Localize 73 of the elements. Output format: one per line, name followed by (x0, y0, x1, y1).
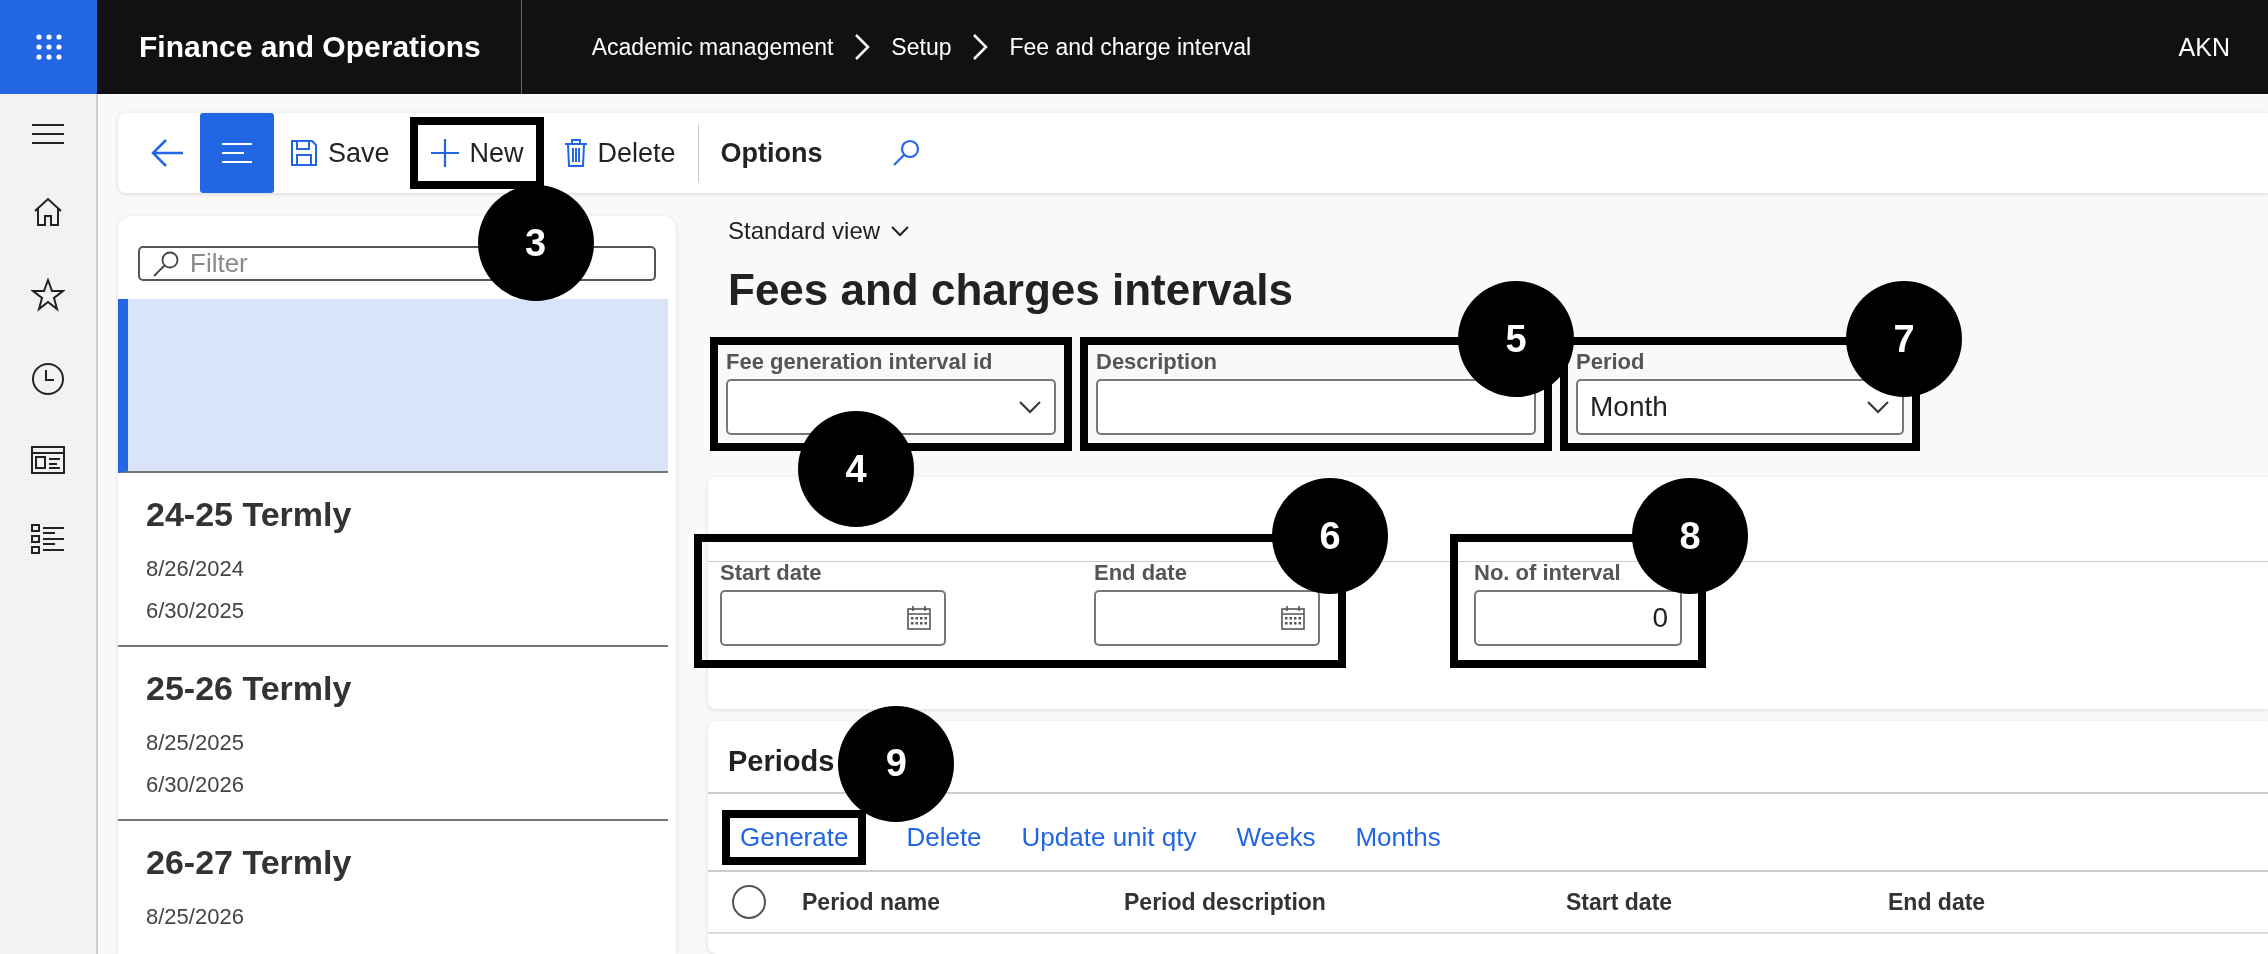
chevron-down-icon (1866, 400, 1890, 414)
action-link[interactable]: Weeks (1236, 821, 1316, 853)
user-initials[interactable]: AKN (2178, 32, 2230, 62)
action-link[interactable]: Delete (906, 821, 982, 853)
callout-badge: 5 (1458, 281, 1574, 397)
star-icon[interactable] (31, 278, 65, 312)
save-icon (290, 139, 318, 167)
item-date: 8/25/2025 (146, 729, 245, 757)
chevron-down-icon (890, 225, 911, 237)
field-label: Fee generation interval id (726, 349, 993, 375)
field-value: Month (1590, 391, 1668, 423)
action-link[interactable]: Update unit qty (1021, 821, 1197, 853)
list-view-button[interactable] (200, 113, 274, 193)
column-header[interactable]: End date (1888, 888, 2188, 916)
item-date: 8/25/2026 (146, 903, 245, 931)
column-header[interactable]: Start date (1566, 888, 1888, 916)
action-link[interactable]: Months (1355, 821, 1441, 853)
action-link[interactable]: Generate (740, 821, 849, 852)
field-value: 0 (1652, 602, 1668, 634)
item-date: 6/30/2025 (146, 597, 245, 625)
lines-icon (220, 141, 254, 165)
callout-badge: 6 (1272, 478, 1388, 594)
list-icon[interactable] (31, 524, 65, 554)
field-label: Period (1576, 349, 1645, 375)
date-field[interactable] (720, 590, 946, 646)
callout-badge: 7 (1846, 281, 1962, 397)
list-item[interactable] (118, 299, 668, 473)
field-label: Start date (720, 560, 822, 586)
chevron-down-icon (1018, 400, 1042, 414)
number-field[interactable]: 0 (1474, 590, 1682, 646)
item-title: 25-26 Termly (146, 669, 353, 708)
new-button[interactable]: New (417, 125, 536, 181)
column-header[interactable]: Period description (1124, 888, 1566, 916)
breadcrumb-link[interactable]: Fee and charge interval (1009, 33, 1252, 61)
save-button[interactable]: Save (278, 121, 402, 185)
view-selector[interactable]: Standard view (728, 217, 911, 245)
callout-badge: 8 (1632, 478, 1748, 594)
home-icon[interactable] (32, 196, 64, 228)
field-label: Description (1096, 349, 1218, 375)
chevron-right-icon (971, 32, 990, 62)
breadcrumb-link[interactable]: Academic management (591, 33, 834, 61)
column-header[interactable]: Period name (802, 888, 1124, 916)
list-item[interactable]: 24-25 Termly 8/26/2024 6/30/2025 (118, 473, 668, 647)
item-title: 26-27 Termly (146, 843, 353, 882)
search-icon (152, 249, 180, 278)
plus-icon (429, 138, 460, 168)
trash-icon (563, 138, 588, 168)
grid-icon (33, 32, 64, 62)
date-field[interactable] (1094, 590, 1320, 646)
field-label: No. of interval (1474, 560, 1621, 586)
list-item[interactable]: 25-26 Termly 8/25/2025 6/30/2026 (118, 647, 668, 821)
item-date: 8/26/2024 (146, 555, 245, 583)
dropdown-field[interactable]: Month (1576, 379, 1904, 435)
delete-button[interactable]: Delete (551, 121, 688, 185)
page-title: Fees and charges intervals (728, 265, 1294, 315)
clock-icon[interactable] (31, 362, 65, 396)
dropdown-field[interactable] (726, 379, 1056, 435)
field-label: End date (1094, 560, 1187, 586)
list-item[interactable]: 26-27 Termly 8/25/2026 (118, 821, 668, 954)
text-field[interactable] (1096, 379, 1536, 435)
select-all-radio[interactable] (732, 885, 766, 919)
item-date: 6/30/2026 (146, 771, 245, 799)
breadcrumb-link[interactable]: Setup (891, 33, 952, 61)
menu-icon[interactable] (31, 122, 65, 146)
app-name: Finance and Operations (99, 0, 522, 94)
back-arrow-icon (150, 138, 184, 168)
item-title: 24-25 Termly (146, 495, 353, 534)
options-button[interactable]: Options (708, 121, 835, 185)
calendar-icon (906, 605, 932, 631)
chevron-right-icon (853, 32, 872, 62)
callout-badge: 9 (838, 705, 955, 822)
workspace-icon[interactable] (31, 446, 65, 474)
calendar-icon (1280, 605, 1306, 631)
